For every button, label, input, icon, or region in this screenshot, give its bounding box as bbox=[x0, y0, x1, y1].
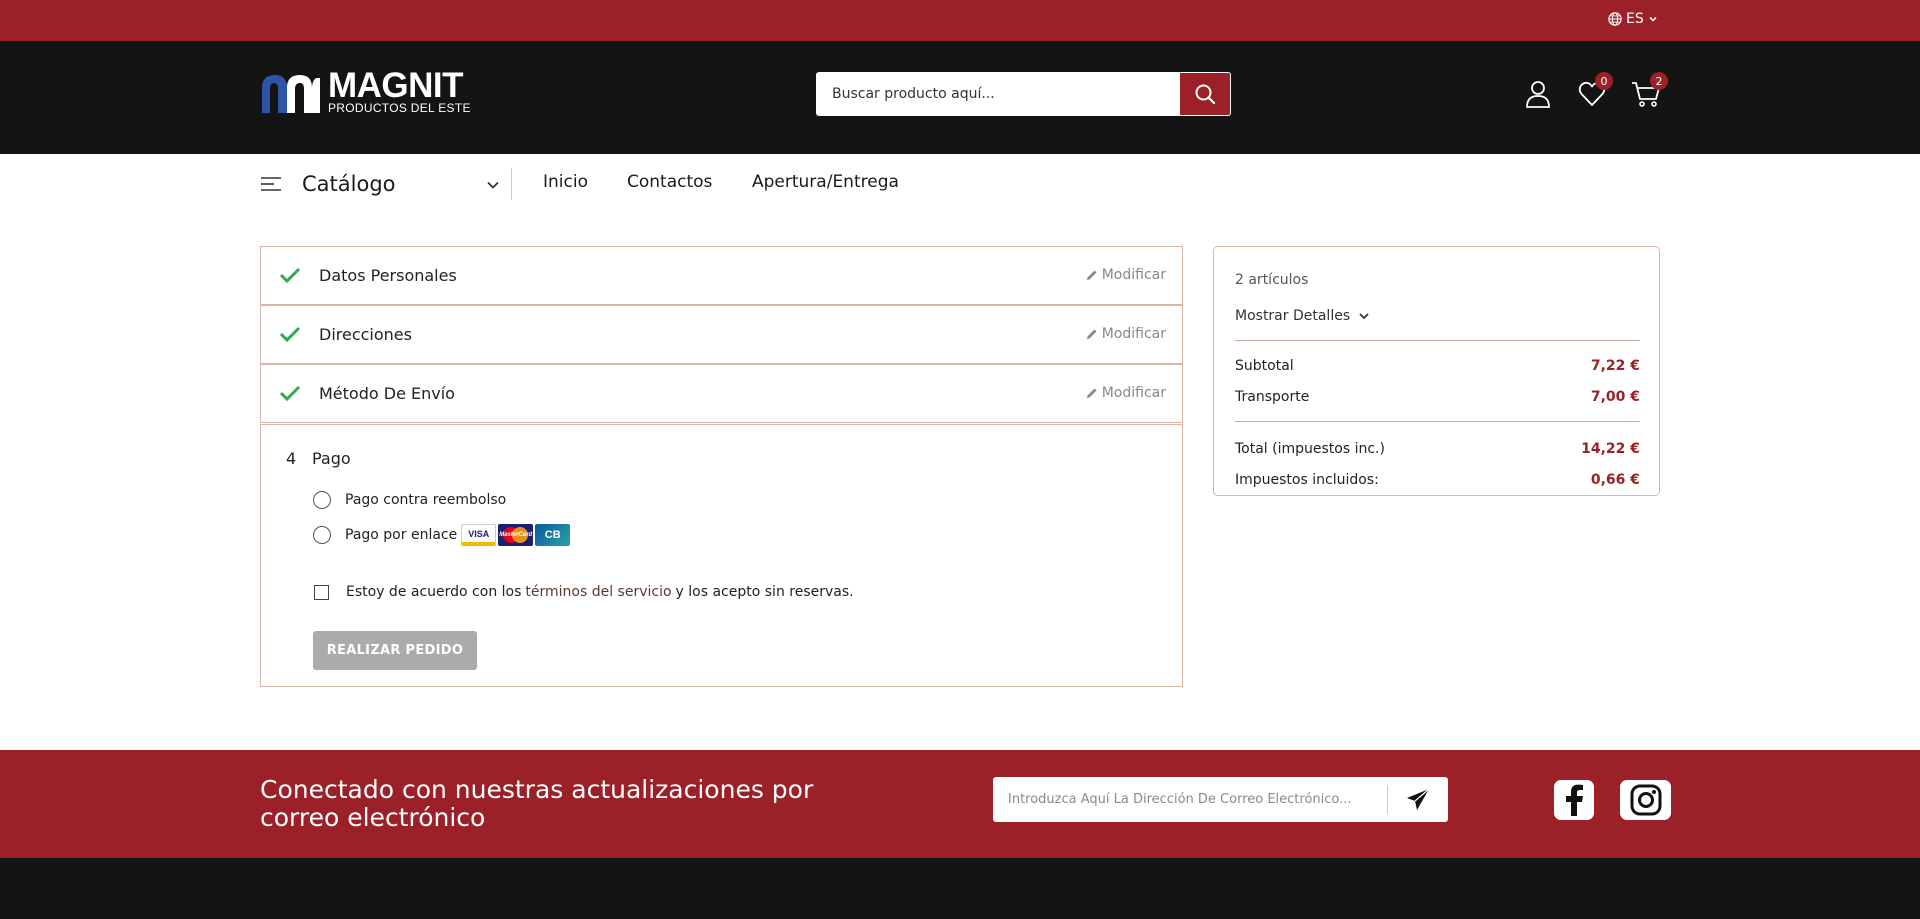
modify-label: Modificar bbox=[1101, 326, 1166, 342]
instagram-icon bbox=[1630, 784, 1661, 816]
step-number: 4 bbox=[286, 449, 297, 468]
step-title: Direcciones bbox=[319, 325, 412, 344]
paper-plane-icon bbox=[1407, 788, 1430, 810]
divider bbox=[1235, 421, 1640, 422]
terms-link[interactable]: términos del servicio bbox=[525, 584, 671, 600]
card-logos: VISA MasterCard CB bbox=[461, 524, 571, 546]
facebook-icon bbox=[1566, 784, 1583, 816]
search-input[interactable] bbox=[816, 72, 1180, 116]
account-button[interactable] bbox=[1525, 80, 1551, 112]
step-addresses[interactable]: Direcciones Modificar bbox=[260, 305, 1183, 364]
email-field[interactable] bbox=[993, 778, 1387, 821]
order-summary: 2 artículos Mostrar Detalles Subtotal 7,… bbox=[1213, 246, 1660, 496]
chevron-down-icon bbox=[1649, 16, 1657, 22]
taxes-value: 0,66 € bbox=[1590, 472, 1640, 488]
payment-option-link[interactable]: Pago por enlace VISA MasterCard CB bbox=[313, 524, 571, 546]
step-title: Datos Personales bbox=[319, 266, 457, 285]
payment-option-cod[interactable]: Pago contra reembolso bbox=[313, 491, 506, 509]
step-personal-data[interactable]: Datos Personales Modificar bbox=[260, 246, 1183, 305]
place-order-button[interactable]: REALIZAR PEDIDO bbox=[313, 631, 477, 670]
step-shipping-method[interactable]: Método De Envío Modificar bbox=[260, 364, 1183, 423]
search-button[interactable] bbox=[1180, 72, 1231, 116]
modify-link[interactable]: Modificar bbox=[1086, 267, 1166, 283]
nav-link-inicio[interactable]: Inicio bbox=[543, 172, 588, 192]
show-details-toggle[interactable]: Mostrar Detalles bbox=[1235, 308, 1370, 324]
pencil-icon bbox=[1086, 270, 1097, 280]
nav-divider bbox=[511, 168, 512, 200]
pencil-icon bbox=[1086, 329, 1097, 339]
site-header: MAGNIT PRODUCTOS DEL ESTE 0 2 bbox=[0, 41, 1920, 154]
total-row: Total (impuestos inc.) 14,22 € bbox=[1235, 441, 1640, 457]
logo-subtitle: PRODUCTOS DEL ESTE bbox=[328, 101, 471, 115]
catalog-label: Catálogo bbox=[302, 172, 396, 196]
nav-link-contactos[interactable]: Contactos bbox=[627, 172, 712, 192]
newsletter-band: Conectado con nuestras actualizaciones p… bbox=[0, 750, 1920, 858]
logo-mark-icon bbox=[262, 75, 320, 113]
instagram-link[interactable] bbox=[1620, 780, 1671, 820]
search-bar bbox=[816, 72, 1231, 116]
user-icon bbox=[1526, 81, 1550, 108]
payment-option-label: Pago contra reembolso bbox=[345, 492, 507, 508]
step-title: Pago bbox=[312, 449, 351, 468]
taxes-label: Impuestos incluidos: bbox=[1235, 472, 1379, 488]
total-label: Total (impuestos inc.) bbox=[1235, 441, 1385, 457]
language-selector[interactable]: ES bbox=[1608, 11, 1658, 27]
visa-logo: VISA bbox=[461, 524, 497, 546]
mastercard-logo: MasterCard bbox=[498, 524, 534, 546]
shipping-row: Transporte 7,00 € bbox=[1235, 389, 1640, 405]
globe-icon bbox=[1608, 12, 1622, 26]
show-details-label: Mostrar Detalles bbox=[1235, 308, 1351, 324]
check-icon bbox=[279, 385, 301, 402]
total-value: 14,22 € bbox=[1581, 441, 1640, 457]
shipping-value: 7,00 € bbox=[1590, 389, 1640, 405]
facebook-link[interactable] bbox=[1554, 780, 1594, 820]
modify-link[interactable]: Modificar bbox=[1086, 326, 1166, 342]
subtotal-label: Subtotal bbox=[1235, 358, 1294, 374]
chevron-down-icon bbox=[1359, 313, 1369, 320]
subtotal-value: 7,22 € bbox=[1590, 358, 1640, 374]
cb-logo: CB bbox=[535, 524, 571, 546]
shipping-label: Transporte bbox=[1235, 389, 1310, 405]
logo[interactable]: MAGNIT PRODUCTOS DEL ESTE bbox=[260, 66, 471, 115]
chevron-down-icon bbox=[487, 181, 499, 189]
wishlist-count-badge: 0 bbox=[1595, 72, 1613, 90]
pencil-icon bbox=[1086, 388, 1097, 398]
payment-option-label: Pago por enlace bbox=[345, 527, 458, 543]
subscribe-button[interactable] bbox=[1388, 777, 1448, 822]
divider bbox=[1235, 340, 1640, 341]
modify-link[interactable]: Modificar bbox=[1086, 385, 1166, 401]
catalog-menu[interactable]: Catálogo bbox=[260, 164, 500, 204]
menu-icon bbox=[261, 177, 281, 191]
top-bar: ES bbox=[0, 0, 1920, 41]
wishlist-button[interactable]: 0 bbox=[1578, 72, 1613, 112]
terms-text-after: y los acepto sin reservas. bbox=[675, 584, 854, 600]
step-payment: 4 Pago Pago contra reembolso Pago por en… bbox=[260, 424, 1183, 687]
modify-label: Modificar bbox=[1101, 385, 1166, 401]
footer bbox=[0, 858, 1920, 919]
terms-checkbox[interactable] bbox=[314, 584, 329, 600]
terms-text-before: Estoy de acuerdo con los bbox=[346, 584, 522, 600]
modify-label: Modificar bbox=[1101, 267, 1166, 283]
check-icon bbox=[279, 326, 301, 343]
radio-button[interactable] bbox=[313, 491, 331, 509]
step-title: Método De Envío bbox=[319, 384, 455, 403]
items-count: 2 artículos bbox=[1235, 272, 1309, 288]
subtotal-row: Subtotal 7,22 € bbox=[1235, 358, 1640, 374]
language-label: ES bbox=[1626, 11, 1644, 27]
main-nav: Catálogo Inicio Contactos Apertura/Entre… bbox=[0, 154, 1920, 214]
terms-agreement: Estoy de acuerdo con los términos del se… bbox=[314, 584, 854, 600]
newsletter-title: Conectado con nuestras actualizaciones p… bbox=[260, 775, 814, 832]
nav-link-apertura-entrega[interactable]: Apertura/Entrega bbox=[752, 172, 899, 192]
cart-count-badge: 2 bbox=[1650, 72, 1668, 90]
check-icon bbox=[279, 267, 301, 284]
newsletter-form bbox=[993, 777, 1448, 822]
logo-title: MAGNIT bbox=[328, 66, 464, 105]
cart-button[interactable]: 2 bbox=[1631, 72, 1668, 112]
taxes-row: Impuestos incluidos: 0,66 € bbox=[1235, 472, 1640, 488]
radio-button[interactable] bbox=[313, 526, 331, 544]
search-icon bbox=[1195, 84, 1216, 105]
